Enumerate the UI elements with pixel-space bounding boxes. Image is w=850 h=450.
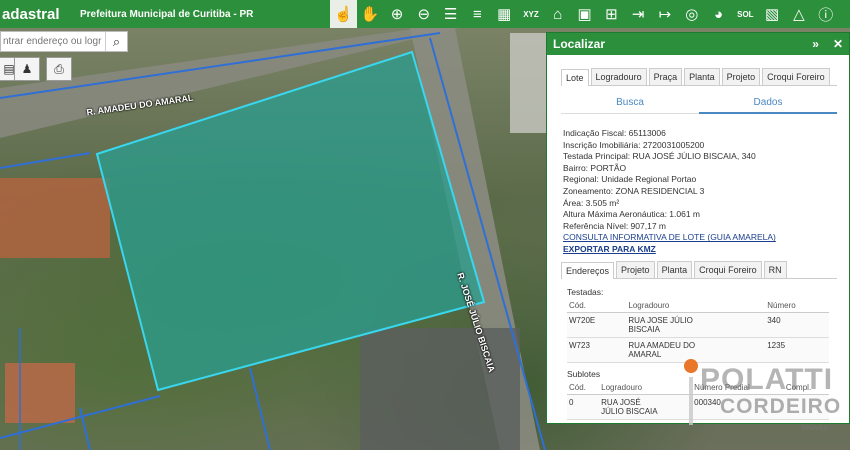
- logo-bar: [689, 377, 693, 425]
- close-icon[interactable]: ✕: [833, 37, 843, 51]
- tab-detail-projeto[interactable]: Projeto: [616, 260, 655, 278]
- toolbar: ☝ ✋ ⊕ ⊖ ☰ ≡ ▦ XYZ ⌂ ▣ ⊞ ⇥ ↦ ◎ ◕ SOL ▧ △ …: [330, 0, 839, 28]
- tab-logradouro[interactable]: Logradouro: [590, 68, 647, 85]
- zoom-in-icon[interactable]: ⊕: [384, 0, 411, 28]
- education-icon[interactable]: ⌂: [544, 0, 571, 28]
- col-cod: Cód.: [567, 381, 600, 395]
- field-indicacao: Indicação Fiscal: 65113006: [563, 128, 666, 138]
- list-icon[interactable]: ≡: [464, 0, 491, 28]
- cell-cod: 0: [567, 394, 600, 420]
- field-regional: Regional: Unidade Regional Portao: [563, 174, 697, 185]
- field-inscricao: Inscrição Imobiliária: 2720031005200: [563, 139, 705, 150]
- collapse-icon[interactable]: »: [812, 37, 819, 51]
- cell-logradouro: RUA JOSE JÚLIO BISCAIA: [626, 312, 766, 338]
- col-cod: Cód.: [567, 299, 627, 313]
- testadas-label: Testadas:: [567, 286, 604, 297]
- panel-header: Localizar » ✕: [547, 33, 849, 55]
- mountain-icon[interactable]: △: [786, 0, 813, 28]
- tab-detail-croqui[interactable]: Croqui Foreiro: [694, 260, 762, 278]
- testadas-table: Cód. Logradouro Número W720E RUA JOSE JÚ…: [567, 299, 829, 363]
- watermark-sub: imóveis: [802, 423, 830, 432]
- top-bar: adastral Prefeitura Municipal de Curitib…: [0, 0, 850, 28]
- tab-croqui-foreiro[interactable]: Croqui Foreiro: [762, 68, 830, 85]
- cell-cod: W723: [567, 337, 627, 363]
- watermark-logo: POLATTI CORDEIRO imóveis: [660, 355, 850, 445]
- field-zoneamento: Zoneamento: ZONA RESIDENCIAL 3: [563, 185, 705, 196]
- xyz-icon[interactable]: XYZ: [518, 0, 545, 28]
- field-area: Área: 3.505 m²: [563, 197, 620, 208]
- tab-planta[interactable]: Planta: [684, 68, 720, 85]
- field-testada: Testada Principal: RUA JOSÉ JÚLIO BISCAI…: [563, 151, 756, 162]
- tab-detail-planta[interactable]: Planta: [656, 260, 693, 278]
- tab-praca[interactable]: Praça: [648, 68, 683, 85]
- detail-tabs: Endereços Projeto Planta Croqui Foreiro …: [561, 260, 837, 279]
- parcel-line-4: [249, 367, 271, 450]
- panel-title: Localizar: [553, 37, 606, 51]
- field-referencia: Referência Nível: 907,17 m: [563, 220, 666, 231]
- map-layers-icon[interactable]: ▧: [759, 0, 786, 28]
- watermark-name1: POLATTI: [700, 363, 834, 396]
- import-icon[interactable]: ⇥: [625, 0, 652, 28]
- cell-cod: W720E: [567, 312, 627, 338]
- logo-dot: [684, 359, 698, 373]
- building-northeast: [510, 33, 550, 133]
- link-exportar-kmz[interactable]: EXPORTAR PARA KMZ: [563, 244, 849, 256]
- tab-projeto[interactable]: Projeto: [721, 68, 761, 85]
- search-icon[interactable]: ⌕: [105, 32, 127, 51]
- field-altura: Altura Máxima Aeronáutica: 1.061 m: [563, 209, 701, 220]
- app-title: adastral: [2, 5, 60, 23]
- target-icon[interactable]: ◎: [678, 0, 705, 28]
- link-consulta-informativa[interactable]: CONSULTA INFORMATIVA DE LOTE (GUIA AMARE…: [563, 232, 849, 244]
- watermark-name2: CORDEIRO: [720, 395, 842, 418]
- search-input[interactable]: [1, 36, 105, 47]
- info-icon[interactable]: ⓘ: [812, 0, 839, 28]
- street-view-icon[interactable]: ♟: [14, 57, 40, 81]
- zoom-out-icon[interactable]: ⊖: [410, 0, 437, 28]
- col-logradouro: Logradouro: [626, 299, 766, 313]
- address-search: ⌕: [0, 31, 128, 52]
- bus-icon[interactable]: ▣: [571, 0, 598, 28]
- cell-numero: 340: [765, 312, 829, 338]
- field-bairro: Bairro: PORTÃO: [563, 162, 627, 173]
- grid-icon[interactable]: ⊞: [598, 0, 625, 28]
- municipality-label: Prefeitura Municipal de Curitiba - PR: [80, 8, 254, 20]
- tab-enderecos[interactable]: Endereços: [561, 261, 615, 279]
- globe-icon[interactable]: ◕: [705, 0, 732, 28]
- sol-icon[interactable]: SOL: [732, 0, 759, 28]
- subtabs: Busca Dados: [561, 92, 837, 114]
- localizar-tabs: Lote Logradouro Praça Planta Projeto Cro…: [561, 68, 837, 86]
- table-row: W720E RUA JOSE JÚLIO BISCAIA 340: [567, 312, 829, 338]
- col-numero: Número: [765, 299, 829, 313]
- buildings-south: [360, 328, 520, 450]
- parcel-line-2: [0, 152, 91, 169]
- export-icon[interactable]: ↦: [652, 0, 679, 28]
- house-southwest: [5, 363, 75, 423]
- lot-info: Indicação Fiscal: 65113006 Inscrição Imo…: [563, 128, 849, 256]
- print-icon[interactable]: ⎙: [46, 57, 72, 81]
- layers-icon[interactable]: ☰: [437, 0, 464, 28]
- pan-icon[interactable]: ✋: [357, 0, 384, 28]
- townhouses-west: [0, 178, 110, 258]
- subtab-busca[interactable]: Busca: [561, 92, 699, 114]
- tab-lote[interactable]: Lote: [561, 69, 589, 86]
- subtab-dados[interactable]: Dados: [699, 92, 837, 114]
- tab-detail-rn[interactable]: RN: [763, 260, 787, 278]
- pointer-icon[interactable]: ☝: [330, 0, 357, 28]
- table-icon[interactable]: ▦: [491, 0, 518, 28]
